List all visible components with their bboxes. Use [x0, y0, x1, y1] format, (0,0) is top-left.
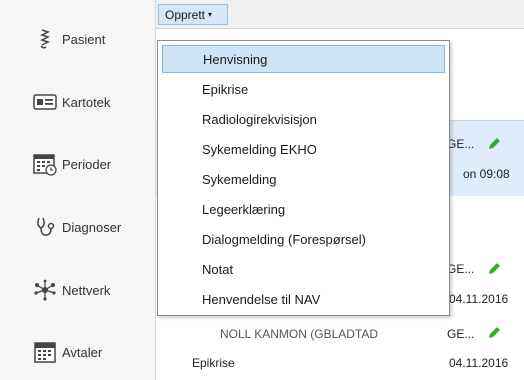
record-card-icon [32, 89, 58, 115]
row-date: 04.11.2016 [449, 356, 509, 370]
calendar-icon [32, 339, 58, 365]
sidebar-item-diagnoser[interactable]: Diagnoser [0, 203, 150, 251]
toolbar: Opprett ▾ [156, 0, 524, 29]
sidebar-item-label: Avtaler [62, 344, 103, 360]
stethoscope-icon [32, 214, 58, 240]
row-date: on 09:08 [463, 167, 510, 181]
sidebar-item-perioder[interactable]: Perioder [0, 140, 150, 188]
sidebar-item-label: Kartotek [62, 94, 111, 110]
opprett-dropdown-button[interactable]: Opprett ▾ [158, 4, 228, 25]
pen-icon[interactable] [487, 262, 501, 276]
sidebar-item-nettverk[interactable]: Nettverk [0, 266, 150, 314]
row-title: GE... [447, 327, 475, 341]
row-title: GE... [447, 137, 475, 151]
opprett-label: Opprett [165, 7, 206, 22]
sidebar-item-pasient[interactable]: Pasient [0, 15, 150, 63]
pen-icon[interactable] [487, 326, 501, 340]
menu-item-epikrise[interactable]: Epikrise [162, 75, 445, 103]
row-title-clipped: NOLL KANMON (GBLADTAD [220, 327, 379, 341]
calendar-clock-icon [32, 151, 58, 177]
opprett-dropdown-menu: Henvisning Epikrise Radiologirekvisisjon… [157, 40, 450, 316]
sidebar-item-label: Nettverk [62, 282, 111, 298]
sidebar-item-avtaler[interactable]: Avtaler [0, 328, 150, 376]
row-date: 04.11.2016 [449, 292, 509, 306]
menu-item-sykemelding-ekho[interactable]: Sykemelding EKHO [162, 135, 445, 163]
menu-item-henvendelse-nav[interactable]: Henvendelse til NAV [162, 285, 445, 313]
sidebar-item-label: Diagnoser [62, 219, 122, 235]
row-title: GE... [447, 262, 475, 276]
network-icon [32, 277, 58, 303]
menu-item-notat[interactable]: Notat [162, 255, 445, 283]
pen-icon[interactable] [487, 137, 501, 151]
menu-item-dialogmelding[interactable]: Dialogmelding (Forespørsel) [162, 225, 445, 253]
patient-icon [32, 26, 58, 52]
menu-item-henvisning[interactable]: Henvisning [162, 45, 445, 73]
menu-item-legeerklaering[interactable]: Legeerklæring [162, 195, 445, 223]
chevron-down-icon: ▾ [208, 10, 213, 19]
sidebar-item-label: Perioder [62, 156, 112, 172]
sidebar-nav: Pasient Kartotek Perioder Diagnoser Nett… [0, 0, 156, 380]
menu-item-sykemelding[interactable]: Sykemelding [162, 165, 445, 193]
sidebar-item-label: Pasient [62, 31, 106, 47]
sidebar-item-kartotek[interactable]: Kartotek [0, 78, 150, 126]
row-type: Epikrise [192, 356, 235, 370]
menu-item-radiologirekvisisjon[interactable]: Radiologirekvisisjon [162, 105, 445, 133]
